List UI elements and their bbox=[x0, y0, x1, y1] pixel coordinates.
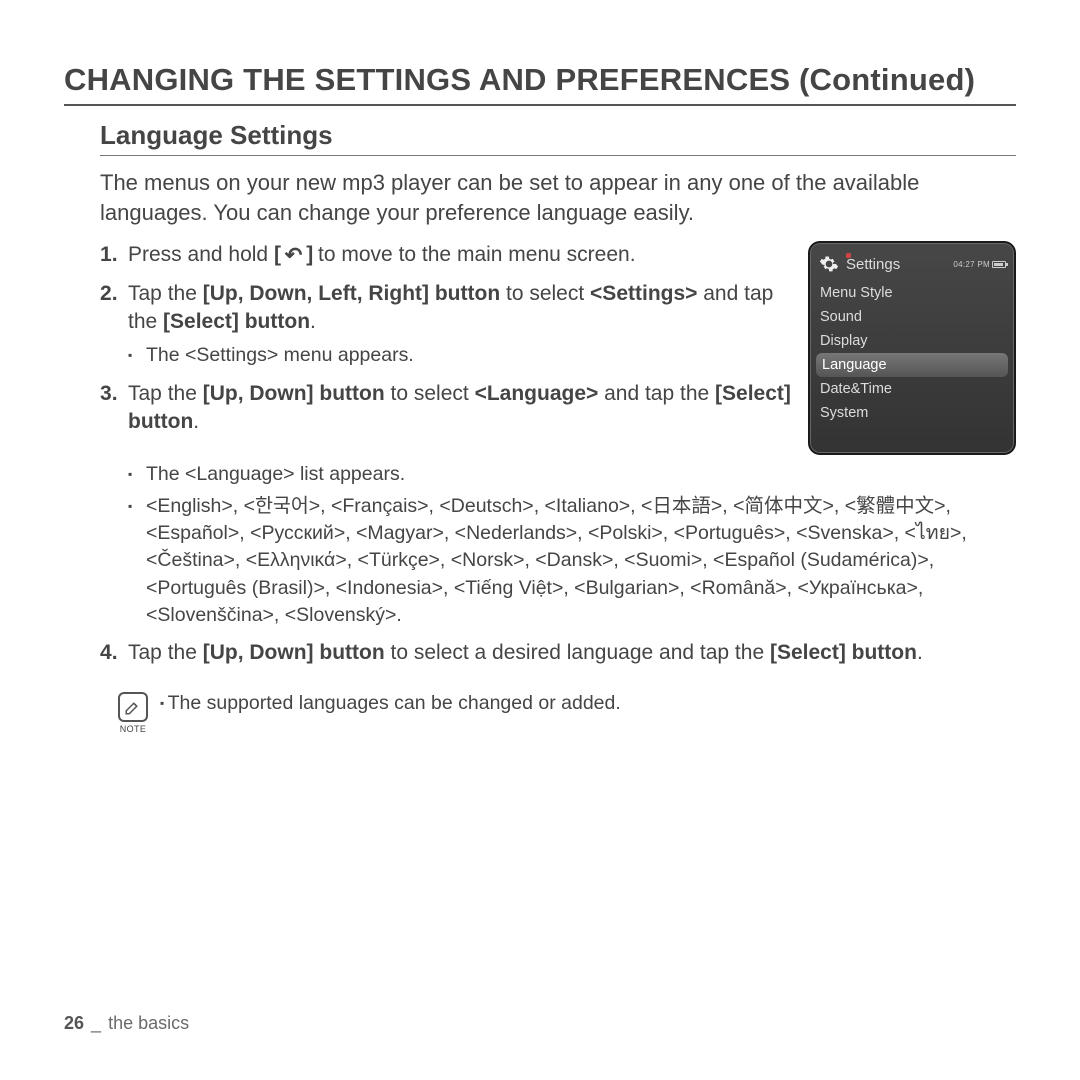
device-menu-item-selected: Language bbox=[816, 353, 1008, 377]
device-menu-item: Menu Style bbox=[810, 281, 1014, 305]
step-1: Press and hold [ ↶ ] to move to the main… bbox=[100, 241, 792, 269]
page-title: CHANGING THE SETTINGS AND PREFERENCES (C… bbox=[64, 62, 1016, 106]
device-menu-item: Display bbox=[810, 329, 1014, 353]
device-menu: Menu Style Sound Display Language Date&T… bbox=[810, 281, 1014, 425]
intro-text: The menus on your new mp3 player can be … bbox=[100, 168, 1016, 227]
note-text: The supported languages can be changed o… bbox=[160, 692, 621, 715]
device-menu-item: System bbox=[810, 401, 1014, 425]
device-header-title: Settings bbox=[846, 256, 900, 273]
step-2: Tap the [Up, Down, Left, Right] button t… bbox=[100, 280, 792, 370]
section-title: Language Settings bbox=[100, 120, 1016, 156]
note-pencil-icon bbox=[118, 692, 148, 722]
step-2-sub-1: The <Settings> menu appears. bbox=[128, 342, 792, 369]
back-arrow-icon: ↶ bbox=[285, 242, 302, 270]
step-3: Tap the [Up, Down] button to select <Lan… bbox=[100, 380, 792, 437]
step-3-sub-1: The <Language> list appears. bbox=[128, 461, 1016, 488]
device-menu-item: Sound bbox=[810, 305, 1014, 329]
battery-icon bbox=[992, 261, 1006, 268]
note-block: NOTE The supported languages can be chan… bbox=[116, 692, 1016, 734]
step-3-sub-2-languages: <English>, <한국어>, <Français>, <Deutsch>,… bbox=[128, 493, 1016, 629]
step-1-pre: Press and hold bbox=[128, 243, 274, 266]
back-key: [ ↶ ] bbox=[274, 241, 312, 269]
step-1-post: to move to the main menu screen. bbox=[312, 243, 635, 266]
page-footer: 26 _ the basics bbox=[64, 1013, 189, 1034]
device-time: 04:27 PM bbox=[953, 260, 990, 269]
gear-icon bbox=[818, 253, 840, 275]
record-indicator-icon bbox=[846, 253, 851, 258]
step-4: Tap the [Up, Down] button to select a de… bbox=[100, 639, 1016, 667]
device-screenshot: Settings 04:27 PM Menu Style Sound Displ… bbox=[808, 241, 1016, 455]
footer-section: the basics bbox=[108, 1013, 189, 1033]
note-label: NOTE bbox=[120, 724, 147, 734]
device-menu-item: Date&Time bbox=[810, 377, 1014, 401]
page-number: 26 bbox=[64, 1013, 84, 1033]
